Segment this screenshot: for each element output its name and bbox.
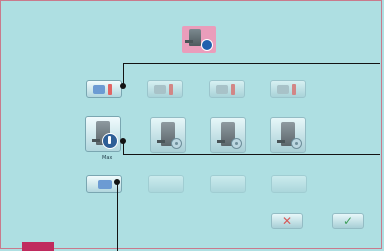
callout-dot	[120, 83, 126, 89]
callout-line-top-drop	[123, 63, 124, 85]
gear-icon	[231, 138, 242, 149]
callout-line-middle	[123, 154, 380, 155]
corner-marker	[22, 242, 54, 251]
mode-tile-4[interactable]	[270, 80, 306, 98]
option-tile-4[interactable]	[271, 175, 307, 193]
machine-icon	[185, 29, 201, 46]
machine-settings-header-icon	[182, 26, 216, 53]
option-tile-3[interactable]	[210, 175, 246, 193]
mode-indicator-icon	[216, 85, 228, 94]
warning-bar-icon	[169, 84, 173, 95]
warning-bar-icon	[292, 84, 296, 95]
mode-indicator-icon	[93, 85, 105, 94]
callout-dot	[120, 138, 126, 144]
gear-icon	[291, 138, 302, 149]
info-icon	[102, 133, 118, 149]
mode-indicator-icon	[154, 85, 166, 94]
settings-badge-icon	[201, 39, 213, 51]
mode-tile-1[interactable]	[86, 80, 122, 98]
confirm-button[interactable]: ✓	[332, 213, 364, 229]
gear-icon	[171, 138, 182, 149]
machine-tile-2[interactable]	[150, 117, 186, 153]
option-indicator-icon	[98, 180, 112, 189]
warning-bar-icon	[231, 84, 235, 95]
machine-tile-3[interactable]	[210, 117, 246, 153]
callout-line-top	[123, 63, 380, 64]
mode-indicator-icon	[277, 85, 289, 94]
mode-tile-2[interactable]	[147, 80, 183, 98]
machine-tile-4[interactable]	[270, 117, 306, 153]
callout-dot	[114, 179, 120, 185]
warning-bar-icon	[108, 84, 112, 95]
option-tile-2[interactable]	[148, 175, 184, 193]
callout-line-bottom	[117, 182, 118, 251]
machine-tile-1[interactable]	[85, 116, 121, 152]
cancel-button[interactable]: ✕	[271, 213, 303, 229]
mode-tile-3[interactable]	[209, 80, 245, 98]
machine-tile-caption: Max	[102, 155, 113, 161]
